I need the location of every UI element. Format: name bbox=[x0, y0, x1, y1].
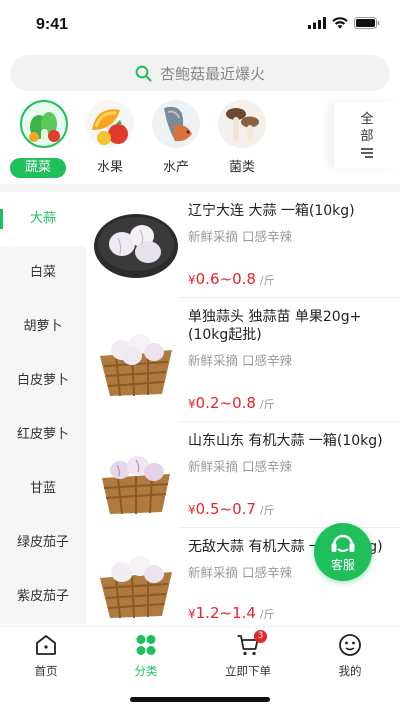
sidebar-item-carrot[interactable]: 胡萝卜 bbox=[0, 300, 86, 354]
price-unit: /斤 bbox=[259, 504, 275, 517]
product-price: ¥0.2~0.8/斤 bbox=[188, 394, 275, 412]
product-desc: 新鲜采摘 口感辛辣 bbox=[188, 229, 292, 244]
sidebar-item-cabbage[interactable]: 白菜 bbox=[0, 246, 86, 300]
headset-icon bbox=[331, 534, 355, 552]
tab-label: 我的 bbox=[338, 664, 362, 678]
product-desc: 新鲜采摘 口感辛辣 bbox=[188, 565, 292, 580]
all-categories-button[interactable]: 全部 bbox=[334, 102, 400, 168]
sidebar-item-purple-eggplant[interactable]: 紫皮茄子 bbox=[0, 570, 86, 624]
profile-icon bbox=[339, 634, 361, 656]
category-vegetable[interactable]: 蔬菜 bbox=[10, 98, 72, 178]
vegetable-icon bbox=[20, 100, 68, 148]
garlic-basket-icon bbox=[92, 316, 180, 404]
sidebar-item-garlic[interactable]: 大蒜 bbox=[0, 192, 86, 246]
price-value: 0.6~0.8 bbox=[195, 270, 256, 288]
product-name: 辽宁大连 大蒜 一箱(10kg) bbox=[188, 203, 355, 219]
tab-profile[interactable]: 我的 bbox=[300, 633, 400, 681]
product-price: ¥0.6~0.8/斤 bbox=[188, 270, 275, 288]
product-price: ¥0.5~0.7/斤 bbox=[188, 500, 275, 518]
tab-home[interactable]: 首页 bbox=[0, 633, 96, 681]
price-unit: /斤 bbox=[259, 608, 275, 621]
fruit-icon bbox=[86, 100, 134, 148]
garlic-basket-icon bbox=[92, 434, 180, 522]
category-seafood[interactable]: 水产 bbox=[148, 98, 204, 178]
price-currency: ¥ bbox=[188, 397, 196, 411]
customer-service-label: 客服 bbox=[330, 558, 355, 572]
price-currency: ¥ bbox=[188, 607, 196, 621]
category-mushroom[interactable]: 菌类 bbox=[214, 98, 270, 178]
price-currency: ¥ bbox=[188, 273, 196, 287]
price-value: 0.5~0.7 bbox=[195, 500, 256, 518]
price-value: 1.2~1.4 bbox=[195, 604, 256, 622]
tab-label: 立即下单 bbox=[225, 664, 271, 678]
status-icons bbox=[308, 17, 380, 29]
home-indicator bbox=[130, 697, 270, 702]
category-icon bbox=[136, 635, 156, 655]
product-name: 山东山东 有机大蒜 一箱(10kg) bbox=[188, 433, 383, 449]
garlic-plate-icon bbox=[92, 200, 180, 288]
signal-icon bbox=[308, 17, 326, 29]
category-label: 水果 bbox=[96, 160, 123, 175]
garlic-basket-icon bbox=[92, 538, 180, 624]
category-row: 蔬菜 水果 水产 菌类 全部 bbox=[0, 96, 400, 178]
status-time: 9:41 bbox=[36, 16, 69, 33]
product-card[interactable]: 单独蒜头 独蒜苗 单果20g+(10kg起批) 新鲜采摘 口感辛辣 ¥0.2~0… bbox=[86, 298, 400, 422]
product-price: ¥1.2~1.4/斤 bbox=[188, 604, 275, 622]
category-label: 水产 bbox=[162, 160, 189, 175]
tab-order[interactable]: 3 立即下单 bbox=[198, 630, 298, 681]
status-bar: 9:41 bbox=[0, 0, 400, 48]
tab-label: 分类 bbox=[134, 664, 158, 678]
sidebar-item-white-radish[interactable]: 白皮萝卜 bbox=[0, 354, 86, 408]
product-name: 单独蒜头 独蒜苗 单果20g+(10kg起批) bbox=[188, 309, 362, 343]
tab-category[interactable]: 分类 bbox=[96, 633, 196, 681]
section-divider bbox=[0, 184, 400, 192]
tab-label: 首页 bbox=[34, 664, 58, 678]
category-label: 菌类 bbox=[228, 160, 255, 175]
category-label: 蔬菜 bbox=[10, 158, 66, 178]
subcategory-sidebar: 大蒜 白菜 胡萝卜 白皮萝卜 红皮萝卜 甘蓝 绿皮茄子 紫皮茄子 bbox=[0, 192, 86, 624]
price-unit: /斤 bbox=[259, 274, 275, 287]
search-bar[interactable]: 杏鲍菇最近爆火 bbox=[10, 55, 390, 91]
wifi-icon bbox=[332, 17, 348, 29]
sidebar-item-kale[interactable]: 甘蓝 bbox=[0, 462, 86, 516]
cart-badge: 3 bbox=[254, 630, 267, 643]
product-card[interactable]: 山东山东 有机大蒜 一箱(10kg) 新鲜采摘 口感辛辣 ¥0.5~0.7/斤 bbox=[86, 422, 400, 528]
product-desc: 新鲜采摘 口感辛辣 bbox=[188, 353, 292, 368]
list-icon bbox=[361, 148, 373, 158]
price-currency: ¥ bbox=[188, 503, 196, 517]
price-unit: /斤 bbox=[259, 398, 275, 411]
mushroom-icon bbox=[218, 100, 266, 148]
seafood-icon bbox=[152, 100, 200, 148]
battery-icon bbox=[354, 17, 380, 29]
search-icon bbox=[135, 65, 152, 81]
product-card[interactable]: 辽宁大连 大蒜 一箱(10kg) 新鲜采摘 口感辛辣 ¥0.6~0.8/斤 bbox=[86, 192, 400, 298]
search-placeholder: 杏鲍菇最近爆火 bbox=[159, 64, 265, 83]
customer-service-button[interactable]: 客服 bbox=[314, 523, 372, 581]
price-value: 0.2~0.8 bbox=[195, 394, 256, 412]
sidebar-item-green-eggplant[interactable]: 绿皮茄子 bbox=[0, 516, 86, 570]
sidebar-item-red-radish[interactable]: 红皮萝卜 bbox=[0, 408, 86, 462]
home-icon bbox=[36, 635, 56, 655]
all-categories-label: 全部 bbox=[360, 112, 374, 144]
category-fruit[interactable]: 水果 bbox=[82, 98, 138, 178]
product-desc: 新鲜采摘 口感辛辣 bbox=[188, 459, 292, 474]
